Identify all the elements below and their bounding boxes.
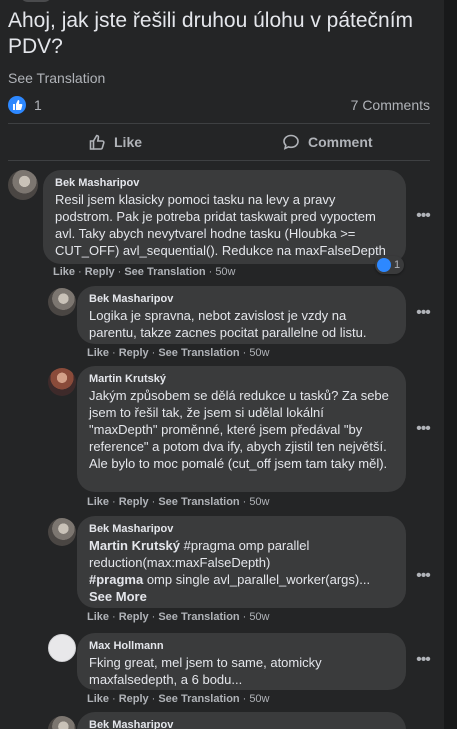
- separator: ·: [242, 347, 247, 359]
- reactions-summary: 1 7 Comments: [8, 96, 430, 116]
- post-action-bar: Like Comment: [8, 126, 430, 158]
- comment-text: Martin Krutský #pragma omp parallel redu…: [89, 537, 394, 605]
- separator: ·: [112, 496, 116, 508]
- see-translation-link[interactable]: See Translation: [8, 70, 105, 86]
- comment-like-link[interactable]: Like: [53, 266, 75, 278]
- comment-like-link[interactable]: Like: [87, 347, 109, 359]
- separator: ·: [151, 611, 156, 623]
- comment-bubble: Martin Krutský Jakým způsobem se dělá re…: [77, 366, 406, 492]
- more-options-icon[interactable]: •••: [414, 305, 432, 325]
- comment-author[interactable]: Max Hollmann: [89, 639, 394, 654]
- mention-link[interactable]: Martin Krutský: [89, 538, 180, 553]
- post-title: Ahoj, jak jste řešili druhou úlohu v pát…: [8, 9, 414, 58]
- comment-bubble: Bek Masharipov Logika je spravna, nebot …: [77, 286, 406, 344]
- comment-timestamp[interactable]: 50w: [249, 693, 269, 705]
- comment-like-link[interactable]: Like: [87, 496, 109, 508]
- comment-bubble: Bek Masharipov: [77, 712, 406, 729]
- comment-bubble: Bek Masharipov Martin Krutský #pragma om…: [77, 516, 406, 608]
- comment-meta: Like · Reply · See Translation · 50w: [87, 611, 270, 623]
- more-options-icon[interactable]: •••: [414, 421, 432, 441]
- avatar[interactable]: [48, 288, 76, 316]
- comment-bubble: Bek Masharipov Resil jsem klasicky pomoc…: [43, 170, 406, 264]
- comment-author[interactable]: Bek Masharipov: [55, 176, 394, 191]
- comment-author[interactable]: Bek Masharipov: [89, 292, 394, 307]
- comment-meta: Like · Reply · See Translation · 50w: [87, 347, 270, 359]
- comment-reply-link[interactable]: Reply: [119, 611, 149, 623]
- comment-see-translation-link[interactable]: See Translation: [158, 611, 239, 623]
- separator: ·: [242, 496, 247, 508]
- avatar[interactable]: [48, 716, 76, 729]
- comment-bubble: Max Hollmann Fking great, mel jsem to sa…: [77, 633, 406, 690]
- comment-reply-link[interactable]: Reply: [119, 496, 149, 508]
- comment-text: Jakým způsobem se dělá redukce u tasků? …: [89, 388, 389, 471]
- avatar[interactable]: [48, 634, 76, 662]
- avatar[interactable]: [8, 170, 38, 200]
- comment-author[interactable]: Bek Masharipov: [89, 718, 394, 729]
- comment-reaction-count: 1: [394, 259, 401, 271]
- comment-meta: Like · Reply · See Translation · 50w: [87, 496, 270, 508]
- comment-see-translation-link[interactable]: See Translation: [158, 347, 239, 359]
- more-options-icon[interactable]: •••: [414, 568, 432, 588]
- comment-button-label: Comment: [308, 134, 373, 150]
- like-reaction-icon: [377, 258, 391, 272]
- comment-text: Logika je spravna, nebot zavislost je vz…: [89, 308, 367, 340]
- hashtag-link[interactable]: #pragma: [89, 572, 143, 587]
- separator: ·: [117, 266, 122, 278]
- see-more-link[interactable]: See More: [89, 589, 147, 604]
- separator: ·: [151, 496, 156, 508]
- post-panel: Ahoj, jak jste řešili druhou úlohu v pát…: [0, 0, 444, 729]
- separator: ·: [112, 347, 116, 359]
- divider: [8, 123, 430, 124]
- comment-author[interactable]: Bek Masharipov: [89, 522, 394, 537]
- thumbs-up-icon: [89, 134, 105, 150]
- comment-like-link[interactable]: Like: [87, 611, 109, 623]
- avatar[interactable]: [48, 518, 76, 546]
- separator: ·: [78, 266, 82, 278]
- like-button[interactable]: Like: [88, 126, 142, 158]
- separator: ·: [242, 611, 247, 623]
- separator: ·: [208, 266, 213, 278]
- scrollbar[interactable]: [444, 0, 457, 729]
- comment-reply-link[interactable]: Reply: [85, 266, 115, 278]
- comments-count-link[interactable]: 7 Comments: [351, 97, 430, 113]
- more-options-icon[interactable]: •••: [414, 652, 432, 672]
- comment-timestamp[interactable]: 50w: [249, 611, 269, 623]
- comment-reply-link[interactable]: Reply: [119, 347, 149, 359]
- comment-timestamp[interactable]: 50w: [249, 347, 269, 359]
- separator: ·: [242, 693, 247, 705]
- comment-icon: [283, 134, 299, 150]
- comment-text: Fking great, mel jsem to same, atomicky …: [89, 655, 322, 687]
- comment-text: Resil jsem klasicky pomoci tasku na levy…: [55, 192, 386, 258]
- comment-meta: Like · Reply · See Translation · 50w: [53, 266, 236, 278]
- comment-see-translation-link[interactable]: See Translation: [158, 496, 239, 508]
- separator: ·: [112, 693, 116, 705]
- comment-text-part: omp single avl_parallel_worker(args)...: [143, 572, 371, 587]
- partial-avatar: [20, 0, 52, 2]
- separator: ·: [151, 347, 156, 359]
- comment-meta: Like · Reply · See Translation · 50w: [87, 693, 270, 705]
- comment-author[interactable]: Martin Krutský: [89, 372, 394, 387]
- separator: ·: [112, 611, 116, 623]
- comment-reactions[interactable]: 1: [375, 256, 405, 274]
- reaction-count[interactable]: 1: [34, 97, 42, 113]
- comment-reply-link[interactable]: Reply: [119, 693, 149, 705]
- divider: [8, 160, 430, 161]
- separator: ·: [151, 693, 156, 705]
- like-reaction-icon[interactable]: [8, 96, 26, 114]
- comment-like-link[interactable]: Like: [87, 693, 109, 705]
- avatar[interactable]: [48, 368, 76, 396]
- comment-see-translation-link[interactable]: See Translation: [158, 693, 239, 705]
- comment-timestamp[interactable]: 50w: [215, 266, 235, 278]
- more-options-icon[interactable]: •••: [414, 208, 432, 228]
- like-button-label: Like: [114, 134, 143, 150]
- comment-button[interactable]: Comment: [282, 126, 373, 158]
- comment-see-translation-link[interactable]: See Translation: [124, 266, 205, 278]
- comment-timestamp[interactable]: 50w: [249, 496, 269, 508]
